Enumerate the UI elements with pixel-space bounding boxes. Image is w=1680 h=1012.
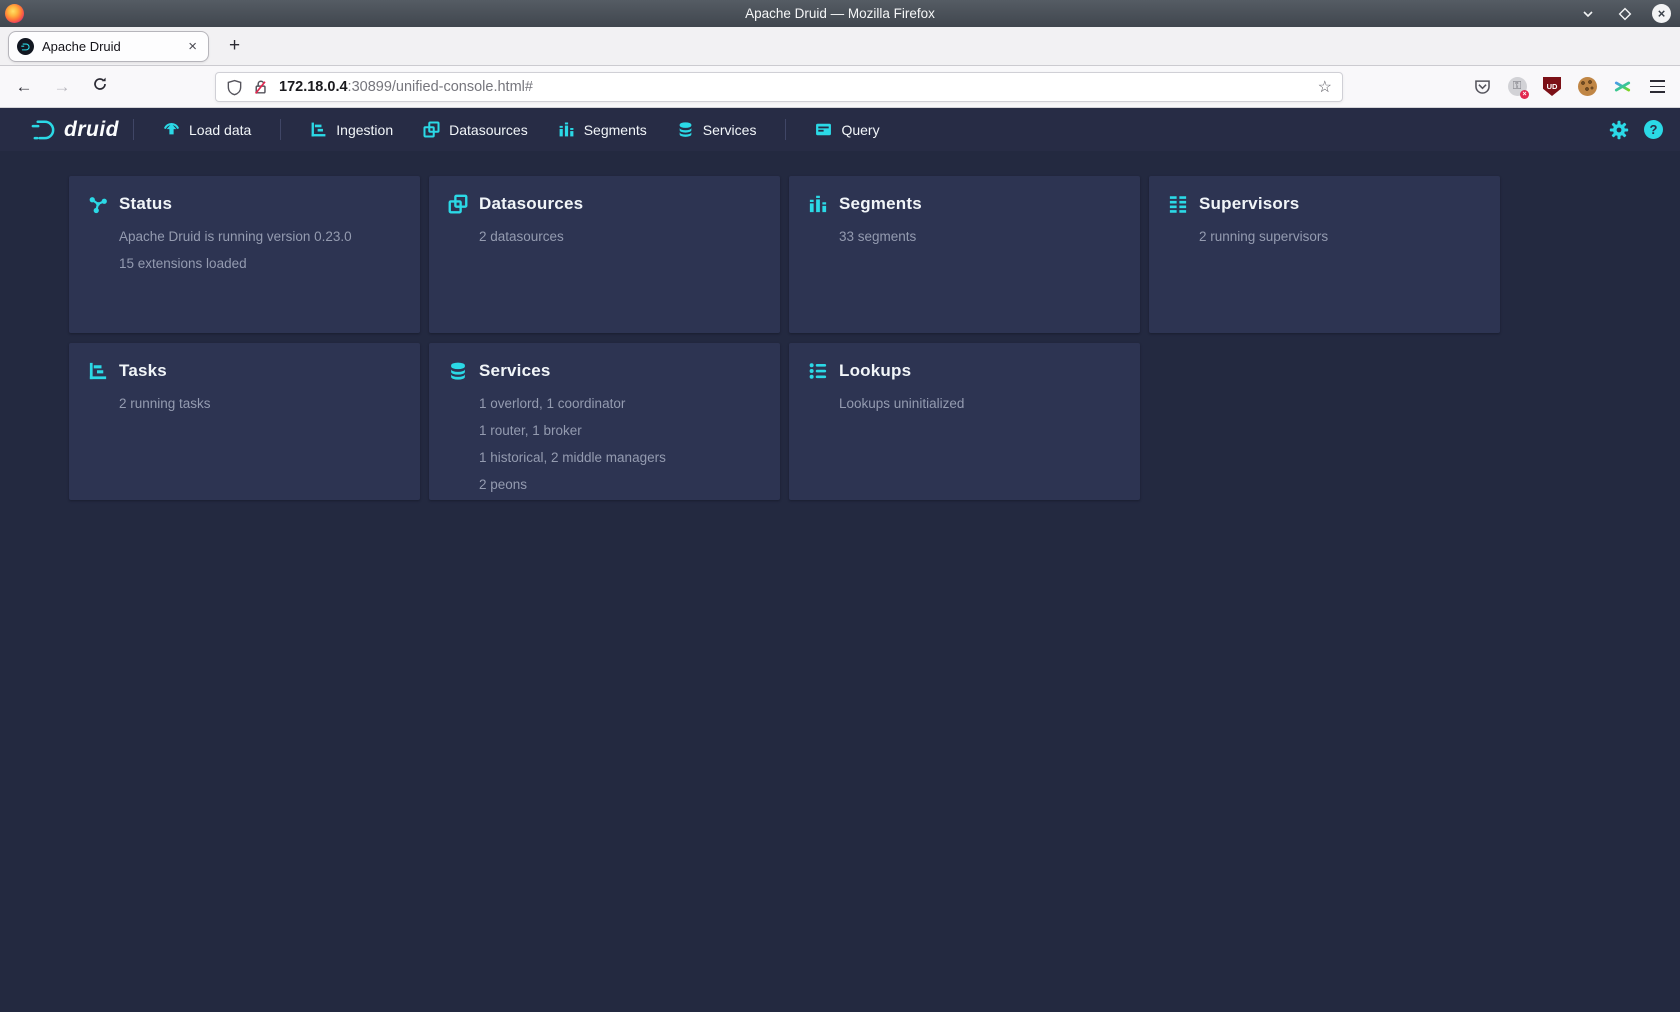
nav-item-datasources[interactable]: Datasources [408,108,543,151]
tracking-shield-icon[interactable] [226,79,243,96]
card-detail-line: 2 running supervisors [1199,229,1482,244]
card-lookups[interactable]: Lookups Lookups uninitialized [789,343,1140,500]
browser-tab-bar: Apache Druid × + [0,27,1680,66]
stacked-squares-icon [448,194,468,214]
window-titlebar: Apache Druid — Mozilla Firefox × [0,0,1680,27]
card-datasources[interactable]: Datasources 2 datasources [429,176,780,333]
card-title: Status [119,194,172,214]
nav-item-label: Ingestion [336,122,393,138]
tab-title: Apache Druid [42,39,185,54]
card-detail-line: Apache Druid is running version 0.23.0 [119,229,402,244]
minimize-icon[interactable] [1578,4,1598,24]
pocket-icon[interactable] [1471,76,1493,98]
card-title: Segments [839,194,922,214]
bar-chart-icon [808,194,828,214]
account-error-badge: × [1520,90,1529,99]
upload-icon [163,121,180,138]
window-title: Apache Druid — Mozilla Firefox [0,6,1680,21]
list-columns-icon [1168,194,1188,214]
card-title: Datasources [479,194,583,214]
nav-item-label: Query [841,122,879,138]
forward-button: → [48,77,76,97]
nav-divider [280,119,281,140]
console-home: Status Apache Druid is running version 0.… [0,151,1680,500]
status-cards-grid: Status Apache Druid is running version 0.… [69,176,1680,500]
url-host: 172.18.0.4 [279,79,348,95]
druid-navbar: druid Load data Ingestion Datasources Segme… [0,108,1680,151]
card-detail-line: Lookups uninitialized [839,396,1122,411]
close-icon[interactable]: × [1652,4,1671,23]
card-detail-line: 1 overlord, 1 coordinator [479,396,762,411]
card-detail-line: 1 router, 1 broker [479,423,762,438]
graph-icon [88,194,108,214]
cookie-extension-icon[interactable] [1576,76,1598,98]
account-extension-icon[interactable]: ⚿ × [1506,76,1528,98]
gear-icon[interactable] [1609,120,1629,140]
url-bar[interactable]: 172.18.0.4:30899/unified-console.html# ☆ [215,72,1343,102]
browser-toolbar: ← → 172.18.0.4:30899/unified-console.htm… [0,66,1680,108]
properties-icon [808,361,828,381]
menu-icon[interactable] [1646,76,1668,98]
nav-item-ingestion[interactable]: Ingestion [295,108,408,151]
card-detail-line: 1 historical, 2 middle managers [479,450,762,465]
nav-divider [133,119,134,140]
back-button[interactable]: ← [10,77,38,97]
card-title: Supervisors [1199,194,1299,214]
console-icon [815,121,832,138]
card-supervisors[interactable]: Supervisors 2 running supervisors [1149,176,1500,333]
ublock-icon[interactable]: UD [1541,76,1563,98]
nav-item-label: Services [703,122,757,138]
tab-close-icon[interactable]: × [185,38,200,55]
card-tasks[interactable]: Tasks 2 running tasks [69,343,420,500]
database-icon [677,121,694,138]
gantt-icon [88,361,108,381]
nav-item-label: Datasources [449,122,528,138]
nav-item-label: Segments [584,122,647,138]
gantt-icon [310,121,327,138]
card-detail-line: 2 peons [479,477,762,492]
nav-item-segments[interactable]: Segments [543,108,662,151]
nav-divider [785,119,786,140]
card-title: Tasks [119,361,167,381]
url-text[interactable]: 172.18.0.4:30899/unified-console.html# [279,79,533,95]
card-segments[interactable]: Segments 33 segments [789,176,1140,333]
bar-chart-icon [558,121,575,138]
card-services[interactable]: Services 1 overlord, 1 coordinator 1 route… [429,343,780,500]
druid-favicon-icon [17,38,34,55]
druid-logo[interactable]: druid [30,116,119,143]
bookmark-star-icon[interactable]: ☆ [1318,77,1332,97]
help-icon[interactable]: ? [1644,120,1663,139]
nav-item-label: Load data [189,122,251,138]
druid-logo-icon [30,116,57,143]
database-icon [448,361,468,381]
brand-text: druid [64,118,119,142]
nav-item-services[interactable]: Services [662,108,772,151]
tab-apache-druid[interactable]: Apache Druid × [8,31,209,62]
card-detail-line: 2 datasources [479,229,762,244]
new-tab-button[interactable]: + [229,35,240,57]
card-detail-line: 2 running tasks [119,396,402,411]
card-detail-line: 33 segments [839,229,1122,244]
nav-item-load-data[interactable]: Load data [148,108,266,151]
asterisk-extension-icon[interactable] [1611,76,1633,98]
card-title: Services [479,361,551,381]
maximize-icon[interactable] [1615,4,1635,24]
card-detail-line: 15 extensions loaded [119,256,402,271]
url-path: :30899/unified-console.html# [348,79,533,95]
reload-icon[interactable] [86,76,114,97]
card-status[interactable]: Status Apache Druid is running version 0.… [69,176,420,333]
nav-item-query[interactable]: Query [800,108,894,151]
card-title: Lookups [839,361,911,381]
stacked-squares-icon [423,121,440,138]
broken-lock-icon[interactable] [252,79,269,96]
